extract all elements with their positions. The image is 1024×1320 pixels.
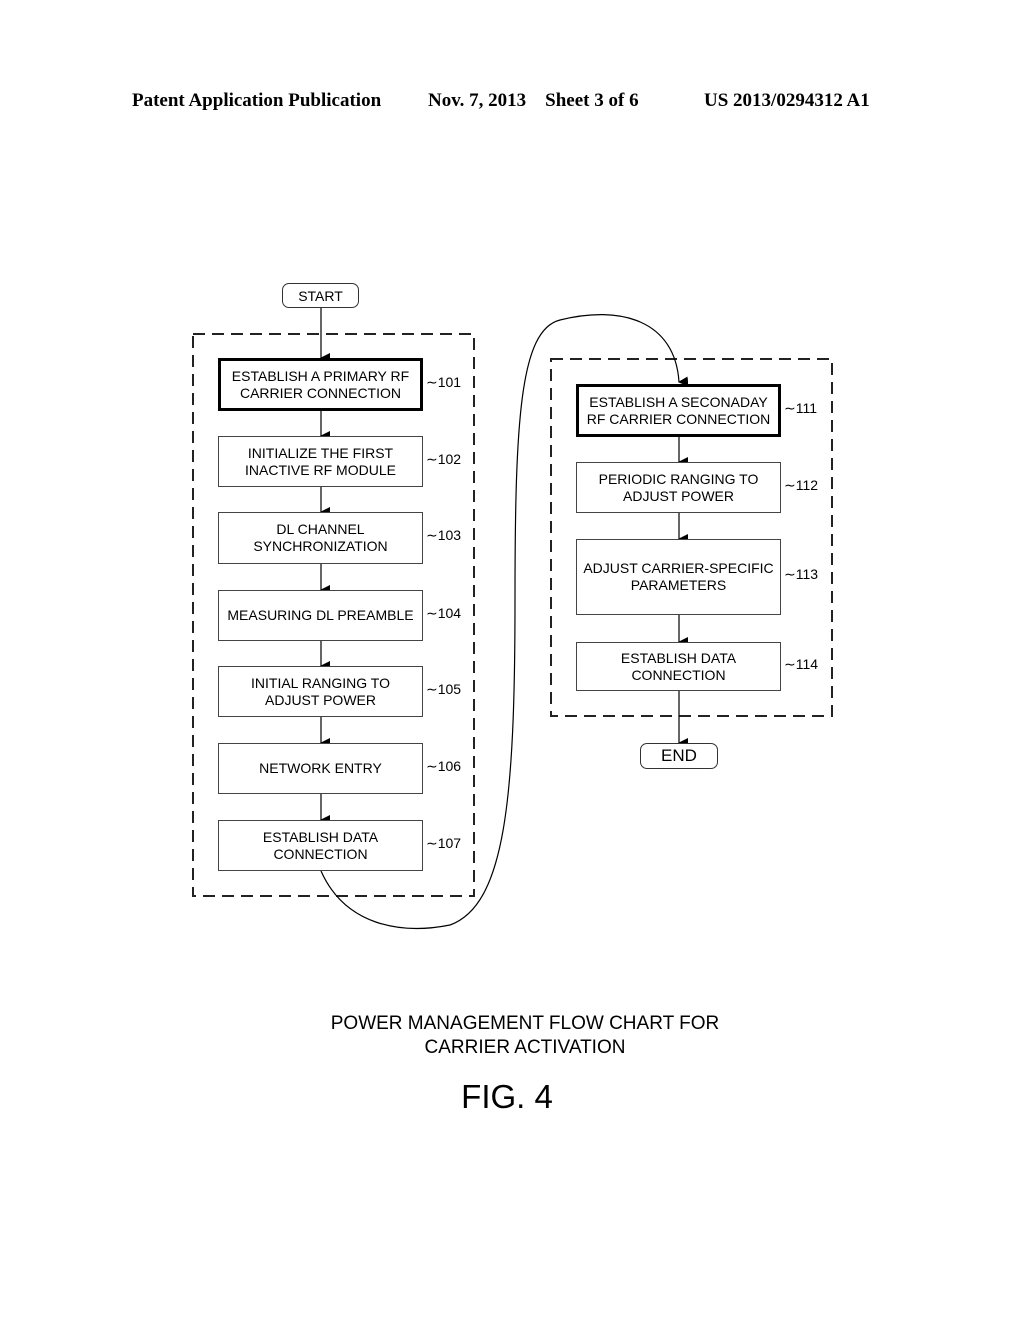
secondary-step-112: PERIODIC RANGING TO ADJUST POWER: [576, 462, 781, 513]
reference-numeral: ∼107: [426, 834, 462, 851]
reference-numeral: ∼113: [784, 566, 819, 582]
primary-step-101: ESTABLISH A PRIMARY RF CARRIER CONNECTIO…: [218, 358, 423, 411]
caption-line-2: CARRIER ACTIVATION: [424, 1037, 626, 1058]
primary-step-102: INITIALIZE THE FIRST INACTIVE RF MODULE: [218, 436, 423, 487]
start-terminal: START: [282, 283, 359, 308]
reference-numeral: ∼102: [426, 450, 462, 467]
secondary-step-114: ESTABLISH DATA CONNECTION: [576, 642, 781, 691]
reference-numeral: ∼101: [426, 373, 462, 390]
primary-step-103: DL CHANNEL SYNCHRONIZATION: [218, 512, 423, 564]
caption-line-1: POWER MANAGEMENT FLOW CHART FOR: [330, 1013, 720, 1034]
primary-step-107: ESTABLISH DATA CONNECTION: [218, 820, 423, 871]
primary-step-104: MEASURING DL PREAMBLE: [218, 590, 423, 641]
end-terminal: END: [640, 743, 718, 769]
reference-numeral: ∼105: [426, 680, 462, 697]
reference-numeral: ∼103: [426, 527, 462, 543]
reference-numeral: ∼106: [426, 757, 462, 774]
secondary-step-113: ADJUST CARRIER-SPECIFIC PARAMETERS: [576, 539, 781, 615]
reference-numeral: ∼112: [784, 476, 819, 493]
reference-numeral: ∼104: [426, 604, 462, 621]
figure-label: FIG. 4: [461, 1078, 553, 1115]
reference-numeral: ∼114: [784, 655, 819, 672]
primary-step-106: NETWORK ENTRY: [218, 743, 423, 794]
primary-step-105: INITIAL RANGING TO ADJUST POWER: [218, 666, 423, 717]
reference-numeral: ∼111: [784, 399, 818, 416]
flowchart-connectors: [192, 308, 833, 930]
secondary-step-111: ESTABLISH A SECONADAY RF CARRIER CONNECT…: [576, 384, 781, 437]
